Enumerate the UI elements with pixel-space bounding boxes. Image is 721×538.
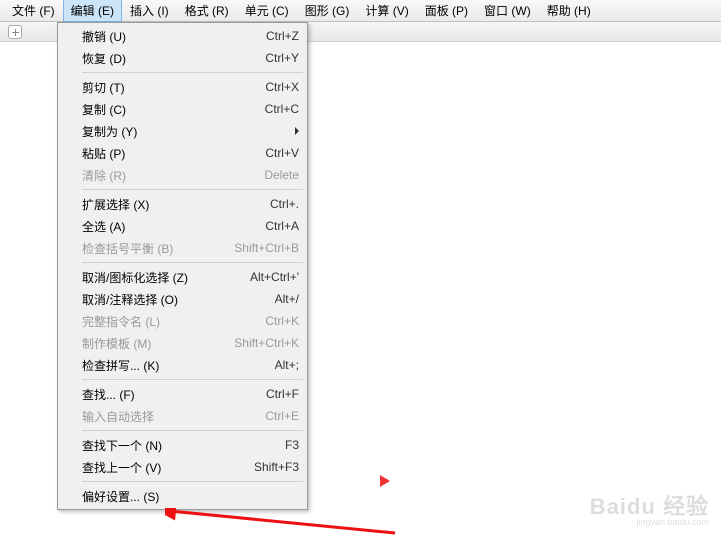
menu-item-25[interactable]: 偏好设置... (S) xyxy=(60,485,305,507)
menu-item-label: 完整指令名 (L) xyxy=(82,313,247,330)
menubar-item-7[interactable]: 面板 (P) xyxy=(417,0,476,22)
menu-item-label: 检查拼写... (K) xyxy=(82,357,257,374)
menubar-item-5[interactable]: 图形 (G) xyxy=(297,0,358,22)
menu-item-label: 粘贴 (P) xyxy=(82,145,247,162)
menu-item-shortcut: Alt+; xyxy=(257,358,299,372)
menu-item-6[interactable]: 粘贴 (P)Ctrl+V xyxy=(60,142,305,164)
menubar-item-8[interactable]: 窗口 (W) xyxy=(476,0,539,22)
menu-item-label: 取消/注释选择 (O) xyxy=(82,291,257,308)
menu-item-label: 清除 (R) xyxy=(82,167,246,184)
menu-item-shortcut: F3 xyxy=(267,438,299,452)
menu-item-shortcut: Ctrl+K xyxy=(247,314,299,328)
menu-item-shortcut: Ctrl+X xyxy=(247,80,299,94)
menu-separator xyxy=(82,72,303,73)
menu-separator xyxy=(82,430,303,431)
menubar-item-6[interactable]: 计算 (V) xyxy=(357,0,416,22)
menu-item-22[interactable]: 查找下一个 (N)F3 xyxy=(60,434,305,456)
menu-item-label: 扩展选择 (X) xyxy=(82,196,252,213)
menu-item-shortcut: Ctrl+Y xyxy=(247,51,299,65)
menubar: 文件 (F)编辑 (E)插入 (I)格式 (R)单元 (C)图形 (G)计算 (… xyxy=(0,0,721,22)
menu-item-19[interactable]: 查找... (F)Ctrl+F xyxy=(60,383,305,405)
menu-item-shortcut: Ctrl+A xyxy=(247,219,299,233)
menu-item-5[interactable]: 复制为 (Y) xyxy=(60,120,305,142)
menu-item-shortcut: Ctrl+C xyxy=(247,102,299,116)
menu-item-14[interactable]: 取消/注释选择 (O)Alt+/ xyxy=(60,288,305,310)
menu-item-shortcut: Alt+/ xyxy=(257,292,299,306)
menu-separator xyxy=(82,189,303,190)
edit-menu-dropdown: 撤销 (U)Ctrl+Z恢复 (D)Ctrl+Y剪切 (T)Ctrl+X复制 (… xyxy=(57,22,308,510)
menu-item-label: 查找... (F) xyxy=(82,386,248,403)
menu-separator xyxy=(82,481,303,482)
chevron-right-icon xyxy=(295,127,299,135)
menu-item-label: 输入自动选择 xyxy=(82,408,247,425)
menu-item-label: 撤销 (U) xyxy=(82,28,248,45)
menu-item-label: 制作模板 (M) xyxy=(82,335,216,352)
menu-item-shortcut: Ctrl+V xyxy=(247,146,299,160)
menubar-item-9[interactable]: 帮助 (H) xyxy=(539,0,599,22)
menu-item-shortcut: Ctrl+Z xyxy=(248,29,299,43)
menu-item-10[interactable]: 全选 (A)Ctrl+A xyxy=(60,215,305,237)
menu-item-23[interactable]: 查找上一个 (V)Shift+F3 xyxy=(60,456,305,478)
menu-item-label: 复制为 (Y) xyxy=(82,123,299,140)
menu-item-label: 检查括号平衡 (B) xyxy=(82,240,216,257)
menu-item-shortcut: Ctrl+E xyxy=(247,409,299,423)
menubar-item-3[interactable]: 格式 (R) xyxy=(177,0,237,22)
menu-item-17[interactable]: 检查拼写... (K)Alt+; xyxy=(60,354,305,376)
menu-item-4[interactable]: 复制 (C)Ctrl+C xyxy=(60,98,305,120)
menu-item-20: 输入自动选择Ctrl+E xyxy=(60,405,305,427)
menu-item-label: 取消/图标化选择 (Z) xyxy=(82,269,232,286)
plus-icon[interactable] xyxy=(8,25,22,39)
menu-item-15: 完整指令名 (L)Ctrl+K xyxy=(60,310,305,332)
menu-item-0[interactable]: 撤销 (U)Ctrl+Z xyxy=(60,25,305,47)
menubar-item-4[interactable]: 单元 (C) xyxy=(237,0,297,22)
menu-item-1[interactable]: 恢复 (D)Ctrl+Y xyxy=(60,47,305,69)
menu-item-shortcut: Alt+Ctrl+' xyxy=(232,270,299,284)
menu-item-label: 全选 (A) xyxy=(82,218,247,235)
menu-item-label: 复制 (C) xyxy=(82,101,247,118)
menu-item-7: 清除 (R)Delete xyxy=(60,164,305,186)
menu-item-shortcut: Shift+Ctrl+K xyxy=(216,336,299,350)
menu-item-label: 剪切 (T) xyxy=(82,79,247,96)
menu-item-shortcut: Shift+F3 xyxy=(236,460,299,474)
menu-item-label: 查找上一个 (V) xyxy=(82,459,236,476)
menu-item-9[interactable]: 扩展选择 (X)Ctrl+. xyxy=(60,193,305,215)
menu-item-13[interactable]: 取消/图标化选择 (Z)Alt+Ctrl+' xyxy=(60,266,305,288)
menu-item-11: 检查括号平衡 (B)Shift+Ctrl+B xyxy=(60,237,305,259)
menubar-item-2[interactable]: 插入 (I) xyxy=(122,0,177,22)
menu-item-shortcut: Delete xyxy=(246,168,299,182)
menu-separator xyxy=(82,262,303,263)
menu-item-3[interactable]: 剪切 (T)Ctrl+X xyxy=(60,76,305,98)
menu-item-shortcut: Shift+Ctrl+B xyxy=(216,241,299,255)
menubar-item-1[interactable]: 编辑 (E) xyxy=(63,0,122,22)
menu-item-shortcut: Ctrl+F xyxy=(248,387,299,401)
menu-item-label: 恢复 (D) xyxy=(82,50,247,67)
menu-item-16: 制作模板 (M)Shift+Ctrl+K xyxy=(60,332,305,354)
menu-item-shortcut: Ctrl+. xyxy=(252,197,299,211)
menu-item-label: 查找下一个 (N) xyxy=(82,437,267,454)
menu-item-label: 偏好设置... (S) xyxy=(82,488,299,505)
menubar-item-0[interactable]: 文件 (F) xyxy=(4,0,63,22)
menu-separator xyxy=(82,379,303,380)
